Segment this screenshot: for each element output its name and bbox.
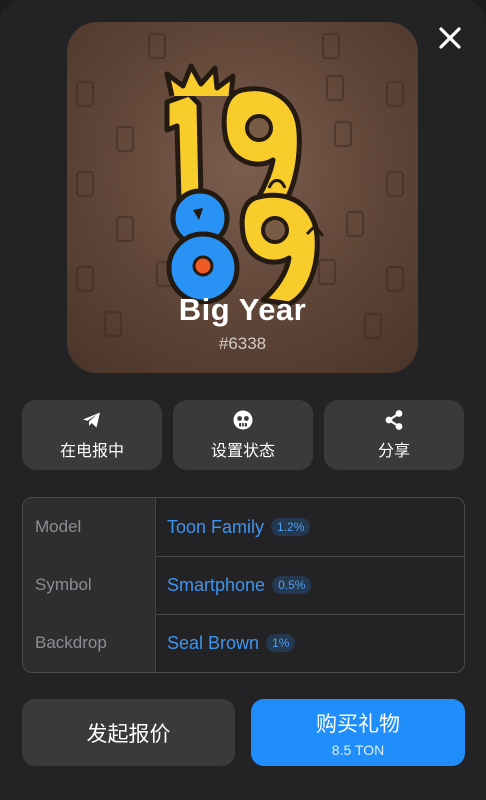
status-icon (232, 409, 254, 431)
attribute-value-link[interactable]: Seal Brown 1% (155, 614, 464, 672)
attribute-row-symbol: Symbol Smartphone 0.5% (23, 556, 464, 614)
attribute-row-backdrop: Backdrop Seal Brown 1% (23, 614, 464, 672)
make-offer-button[interactable]: 发起报价 (22, 699, 235, 766)
rarity-badge: 0.5% (272, 576, 312, 594)
attribute-value-link[interactable]: Toon Family 1.2% (155, 498, 464, 556)
gift-attributes-table: Model Toon Family 1.2% Symbol Smartphone… (22, 497, 465, 673)
attribute-value: Seal Brown (167, 632, 260, 653)
close-button[interactable] (432, 20, 468, 56)
column-divider (155, 498, 156, 672)
open-in-telegram-button[interactable]: 在电报中 (22, 400, 162, 470)
attribute-value: Smartphone (167, 574, 266, 595)
make-offer-label: 发起报价 (86, 722, 171, 746)
gift-number: #6338 (218, 334, 267, 353)
buy-gift-price: 8.5 TON (331, 741, 385, 758)
telegram-send-icon (82, 409, 102, 431)
open-in-telegram-label: 在电报中 (59, 443, 124, 460)
set-status-label: 设置状态 (210, 443, 275, 460)
share-icon (384, 409, 404, 431)
rarity-badge: 1% (266, 634, 296, 652)
gift-sheet: Big Year #6338 在电报中 设置状态 分享 Model Toon F… (0, 0, 486, 800)
share-label: 分享 (377, 443, 410, 460)
rarity-badge: 1.2% (271, 518, 311, 536)
attribute-row-model: Model Toon Family 1.2% (23, 498, 464, 556)
gift-preview-card: Big Year #6338 (67, 22, 418, 373)
share-button[interactable]: 分享 (324, 400, 464, 470)
attribute-key: Symbol (23, 556, 155, 614)
buy-gift-button[interactable]: 购买礼物 8.5 TON (251, 699, 465, 766)
close-icon (439, 27, 461, 49)
attribute-key: Backdrop (23, 614, 155, 672)
buy-gift-label: 购买礼物 (316, 712, 400, 736)
attribute-value: Toon Family (167, 516, 265, 537)
set-status-button[interactable]: 设置状态 (173, 400, 313, 470)
gift-title: Big Year (178, 292, 307, 327)
attribute-key: Model (23, 498, 155, 556)
attribute-value-link[interactable]: Smartphone 0.5% (155, 556, 464, 614)
